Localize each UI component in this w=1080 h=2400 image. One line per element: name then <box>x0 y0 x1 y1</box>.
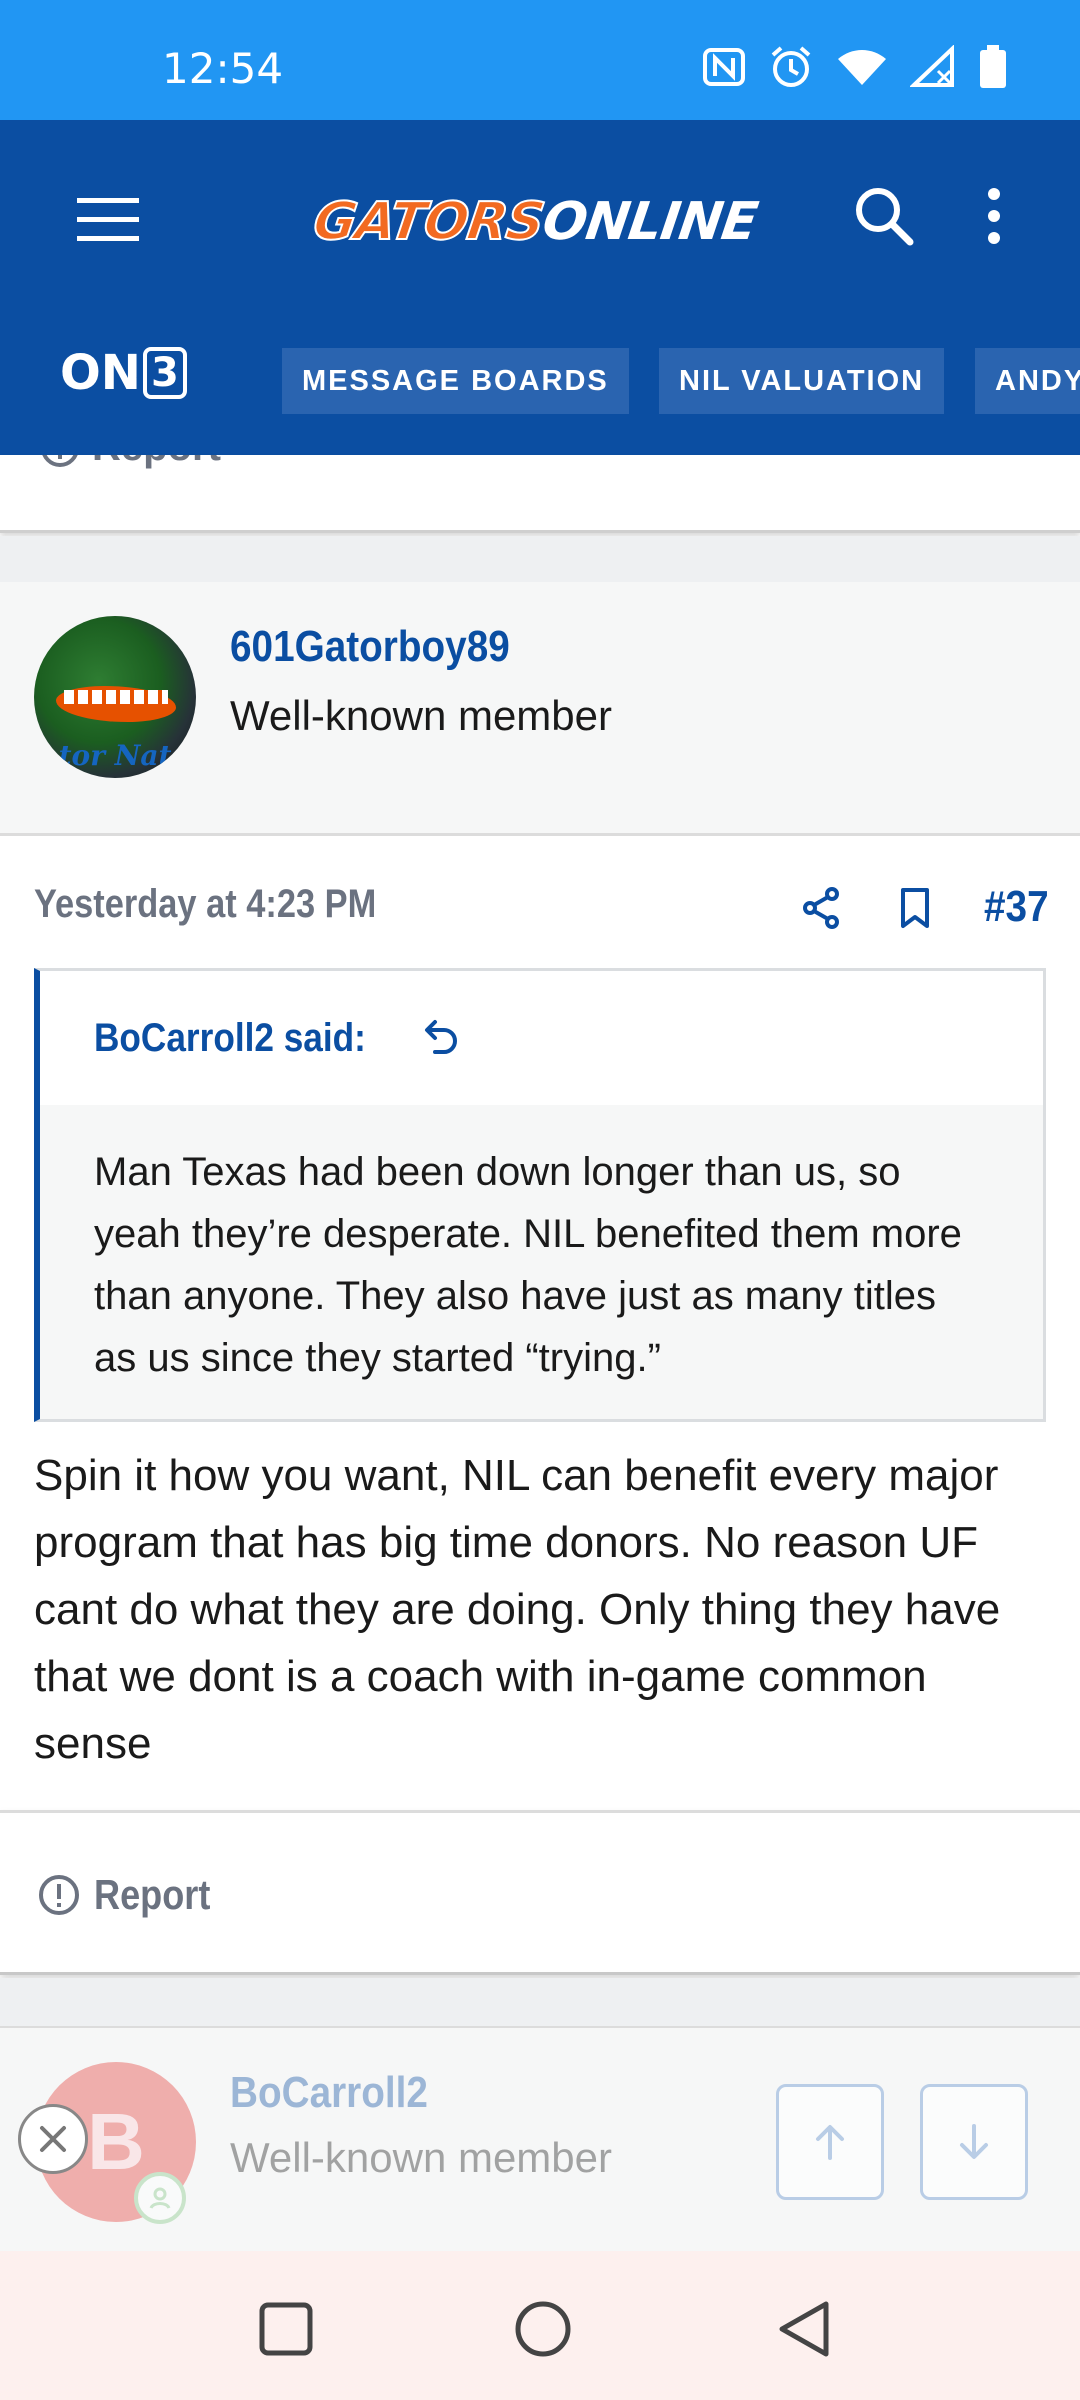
battery-icon <box>978 45 1008 89</box>
quote-text: Man Texas had been down longer than us, … <box>40 1105 1043 1419</box>
wifi-icon <box>836 47 888 87</box>
nav-nil-valuation[interactable]: NIL VALUATION <box>659 348 945 414</box>
bookmark-icon <box>901 888 929 928</box>
hamburger-menu-button[interactable] <box>72 184 144 256</box>
logo-gators: GATORS <box>309 191 549 253</box>
logo-online: ONLINE <box>538 192 761 252</box>
home-circle-icon <box>515 2301 571 2357</box>
share-icon <box>803 887 839 929</box>
arrow-up-icon <box>816 2125 844 2160</box>
nav-message-boards[interactable]: MESSAGE BOARDS <box>282 348 629 414</box>
search-icon <box>856 188 914 246</box>
status-icons <box>702 44 1008 90</box>
post-user-title: Well-known member <box>230 692 612 739</box>
site-header: GATORS ONLINE ON 3 MESSAGE BOARDS NIL VALU… <box>0 120 1080 455</box>
scroll-down-button[interactable] <box>920 2084 1028 2200</box>
status-time: 12:54 <box>162 44 284 93</box>
post-separator <box>0 536 1080 582</box>
on3-logo-on: ON <box>60 345 141 401</box>
post-body-text: Spin it how you want, NIL can benefit ev… <box>34 1451 1001 1768</box>
post-footer: Report <box>0 1810 1080 1975</box>
more-vertical-icon <box>988 188 1000 244</box>
home-button[interactable] <box>505 2291 581 2367</box>
previous-report-label: Report <box>92 455 221 470</box>
signal-icon <box>910 45 956 89</box>
avatar-gator-teeth <box>64 690 168 704</box>
scroll-up-button[interactable] <box>776 2084 884 2200</box>
alarm-icon <box>768 44 814 90</box>
on3-logo-3: 3 <box>142 347 187 399</box>
user-icon <box>149 2187 171 2209</box>
report-button[interactable]: Report <box>38 1871 229 1919</box>
arrow-down-icon <box>960 2124 988 2159</box>
report-label: Report <box>94 1871 211 1918</box>
alert-circle-icon <box>42 455 78 467</box>
back-triangle-icon <box>779 2301 829 2357</box>
share-button[interactable] <box>796 880 846 936</box>
next-post-user-title: Well-known member <box>230 2134 612 2181</box>
close-ad-button[interactable] <box>18 2104 88 2174</box>
recents-square-icon <box>259 2302 313 2356</box>
recents-button[interactable] <box>248 2291 324 2367</box>
post-meta-row: Yesterday at 4:23 PM #37 <box>0 836 1080 966</box>
post-separator <box>0 1978 1080 2026</box>
system-navigation-bar <box>0 2251 1080 2400</box>
nav-andy[interactable]: ANDY <box>975 348 1080 414</box>
search-button[interactable] <box>846 178 922 254</box>
nfc-icon <box>702 47 746 87</box>
previous-post-footer: Report <box>0 455 1080 533</box>
bookmark-button[interactable] <box>890 880 940 936</box>
quote-author[interactable]: BoCarroll2 said: <box>94 1016 366 1061</box>
post-timestamp[interactable]: Yesterday at 4:23 PM <box>34 882 376 927</box>
back-button[interactable] <box>766 2291 842 2367</box>
post-username[interactable]: 601Gatorboy89 <box>230 622 510 672</box>
go-to-quote-icon[interactable] <box>423 1018 461 1058</box>
post-user-header: tor Nat 601Gatorboy89 Well-known member <box>0 582 1080 836</box>
close-icon <box>40 2126 66 2152</box>
user-avatar[interactable]: tor Nat <box>34 616 196 778</box>
status-bar: 12:54 <box>0 0 1080 120</box>
alert-circle-icon <box>39 1875 79 1915</box>
menu-icon <box>77 198 139 241</box>
more-options-button[interactable] <box>964 178 1024 254</box>
post-number-link[interactable]: #37 <box>984 882 1049 932</box>
previous-report-button[interactable]: Report <box>40 455 221 470</box>
next-post-user-header: B BoCarroll2 Well-known member <box>0 2026 1080 2251</box>
quote-block: BoCarroll2 said: Man Texas had been down… <box>34 968 1046 1422</box>
online-status-icon <box>134 2172 186 2224</box>
gatorsonline-logo[interactable]: GATORS ONLINE <box>308 182 762 262</box>
on3-logo[interactable]: ON 3 <box>60 345 187 401</box>
next-post-username[interactable]: BoCarroll2 <box>230 2068 428 2118</box>
avatar-text: tor Nat <box>58 739 172 772</box>
quote-header[interactable]: BoCarroll2 said: <box>40 971 1043 1105</box>
